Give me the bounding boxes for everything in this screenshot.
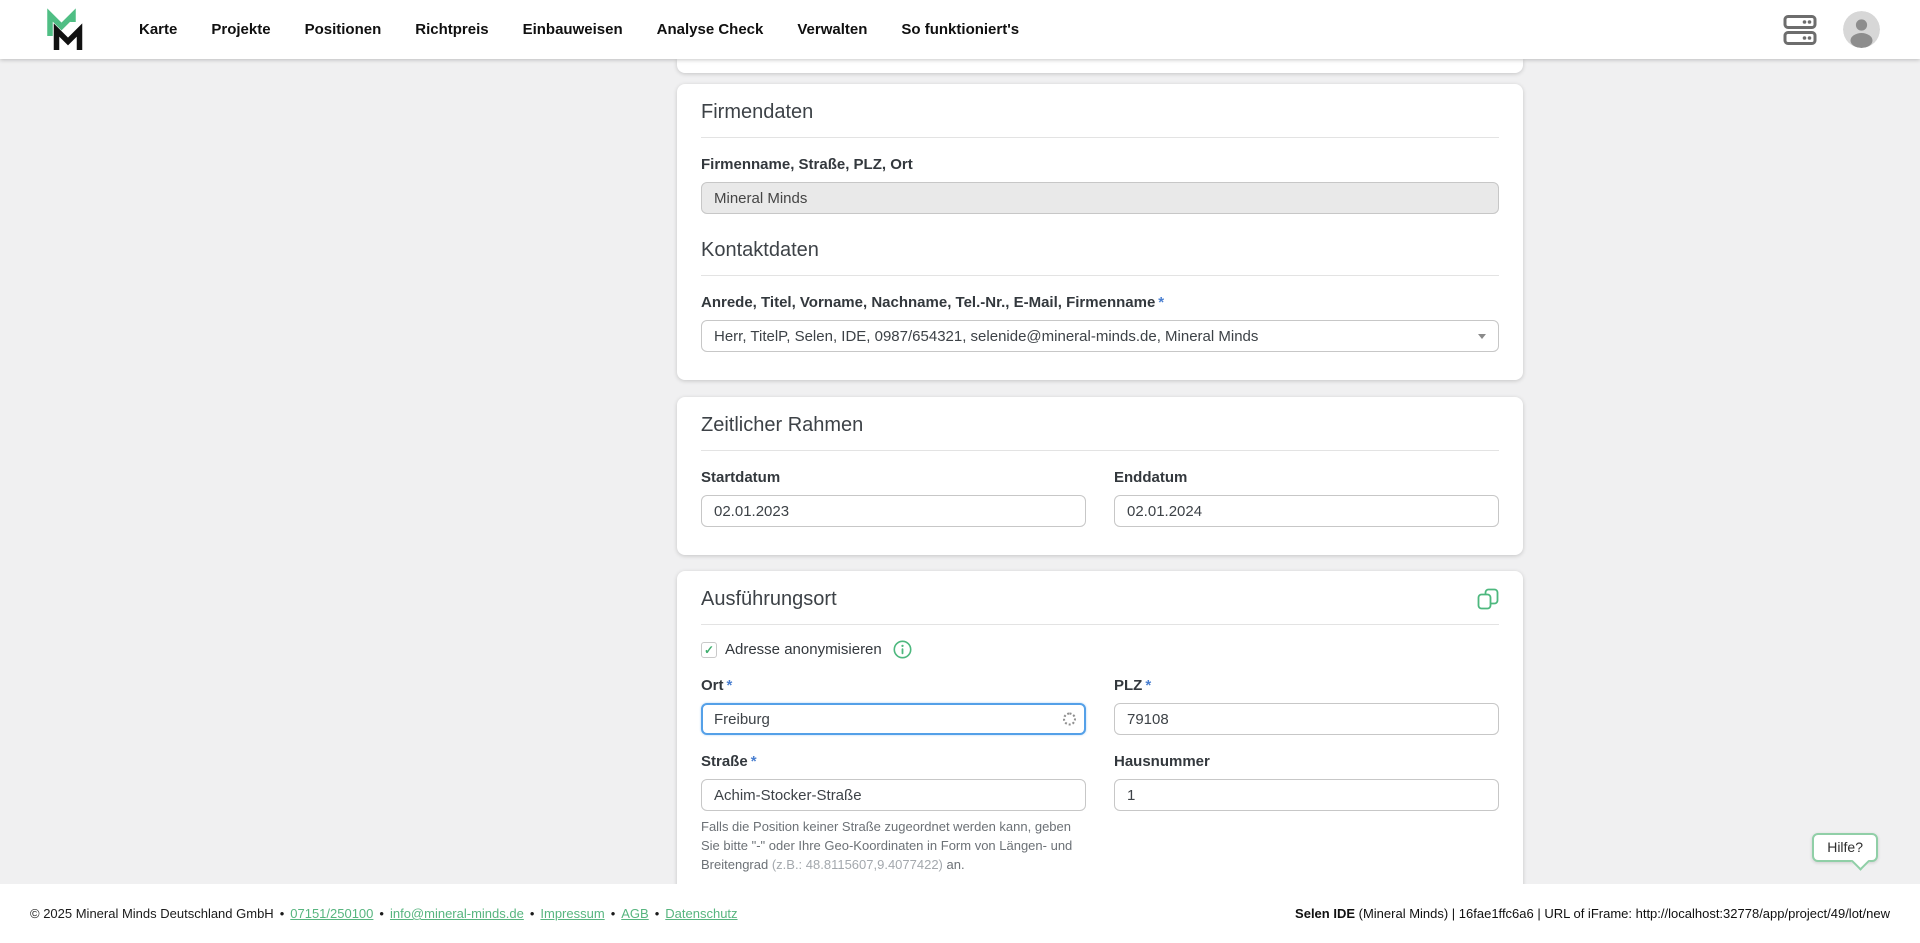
status-app-name: Selen IDE <box>1295 906 1355 921</box>
plz-label-text: PLZ <box>1114 677 1142 694</box>
card-firmendaten: Firmendaten Firmenname, Straße, PLZ, Ort… <box>677 84 1523 380</box>
required-asterisk: * <box>727 677 733 694</box>
section-title-kontaktdaten: Kontaktdaten <box>701 238 1499 262</box>
company-field-label: Firmenname, Straße, PLZ, Ort <box>701 156 1499 174</box>
helper-coords-example: (z.B.: 48.8115607,9.4077422) <box>772 857 943 872</box>
footer: © 2025 Mineral Minds Deutschland GmbH • … <box>0 884 1920 943</box>
section-title-firmendaten: Firmendaten <box>701 100 1499 124</box>
helper-part2: an. <box>943 857 965 872</box>
card-cropped-top <box>677 59 1523 73</box>
enddatum-input[interactable] <box>1114 495 1499 527</box>
contact-select[interactable]: Herr, TitelP, Selen, IDE, 0987/654321, s… <box>701 320 1499 352</box>
separator-dot: • <box>379 906 384 921</box>
hausnummer-input[interactable] <box>1114 779 1499 811</box>
footer-link-datenschutz[interactable]: Datenschutz <box>665 906 737 921</box>
divider <box>701 137 1499 138</box>
required-asterisk: * <box>1158 294 1164 311</box>
required-asterisk: * <box>1145 677 1151 694</box>
nav-item-einbauweisen[interactable]: Einbauweisen <box>523 21 623 38</box>
copy-icon[interactable] <box>1477 588 1499 610</box>
divider <box>701 275 1499 276</box>
plz-input[interactable] <box>1114 703 1499 735</box>
footer-link-phone[interactable]: 07151/250100 <box>290 906 373 921</box>
nav-item-analyse-check[interactable]: Analyse Check <box>657 21 764 38</box>
ort-label: Ort* <box>701 677 1086 695</box>
card-zeitlicher-rahmen: Zeitlicher Rahmen Startdatum Enddatum <box>677 397 1523 555</box>
enddatum-label: Enddatum <box>1114 469 1499 487</box>
divider <box>701 624 1499 625</box>
anonymize-label: Adresse anonymisieren <box>725 641 882 658</box>
separator-dot: • <box>655 906 660 921</box>
nav-item-richtpreis[interactable]: Richtpreis <box>415 21 488 38</box>
separator-dot: • <box>611 906 616 921</box>
startdatum-input[interactable] <box>701 495 1086 527</box>
nav-item-positionen[interactable]: Positionen <box>305 21 382 38</box>
mineral-minds-logo-icon[interactable] <box>44 8 84 52</box>
hausnummer-label: Hausnummer <box>1114 753 1499 771</box>
contact-field-label: Anrede, Titel, Vorname, Nachname, Tel.-N… <box>701 294 1499 312</box>
section-title-ausfuehrungsort: Ausführungsort <box>701 587 837 611</box>
strasse-label: Straße* <box>701 753 1086 771</box>
ort-input[interactable] <box>701 703 1086 735</box>
required-asterisk: * <box>751 753 757 770</box>
ort-label-text: Ort <box>701 677 724 694</box>
company-input <box>701 182 1499 214</box>
main-menu: Karte Projekte Positionen Richtpreis Ein… <box>139 21 1019 38</box>
server-icon[interactable] <box>1783 14 1817 46</box>
form-content-column: Firmendaten Firmenname, Straße, PLZ, Ort… <box>677 59 1523 884</box>
strasse-label-text: Straße <box>701 753 748 770</box>
separator-dot: • <box>530 906 535 921</box>
contact-label-text: Anrede, Titel, Vorname, Nachname, Tel.-N… <box>701 294 1155 311</box>
status-details: (Mineral Minds) | 16fae1ffc6a6 | URL of … <box>1355 906 1890 921</box>
strasse-helper-text: Falls die Position keiner Straße zugeord… <box>701 818 1086 875</box>
loading-spinner-icon <box>1063 713 1076 726</box>
plz-label: PLZ* <box>1114 677 1499 695</box>
footer-legal: © 2025 Mineral Minds Deutschland GmbH • … <box>30 906 738 921</box>
help-button[interactable]: Hilfe? <box>1812 833 1878 862</box>
main-scroll-area[interactable]: Firmendaten Firmenname, Straße, PLZ, Ort… <box>0 59 1920 884</box>
user-avatar[interactable] <box>1843 11 1880 48</box>
strasse-input[interactable] <box>701 779 1086 811</box>
separator-dot: • <box>280 906 285 921</box>
card-ausfuehrungsort: Ausführungsort ✓ Adresse anonymisieren <box>677 571 1523 884</box>
startdatum-label: Startdatum <box>701 469 1086 487</box>
footer-link-agb[interactable]: AGB <box>621 906 648 921</box>
nav-item-so-funktionierts[interactable]: So funktioniert's <box>901 21 1019 38</box>
info-icon[interactable] <box>893 640 912 659</box>
footer-link-impressum[interactable]: Impressum <box>540 906 604 921</box>
footer-link-email[interactable]: info@mineral-minds.de <box>390 906 524 921</box>
contact-select-wrap: Herr, TitelP, Selen, IDE, 0987/654321, s… <box>701 320 1499 352</box>
section-title-zeitlicher-rahmen: Zeitlicher Rahmen <box>701 413 1499 437</box>
anonymize-checkbox[interactable]: ✓ <box>701 642 717 658</box>
nav-item-verwalten[interactable]: Verwalten <box>797 21 867 38</box>
nav-item-projekte[interactable]: Projekte <box>211 21 270 38</box>
top-navigation: Karte Projekte Positionen Richtpreis Ein… <box>0 0 1920 59</box>
copyright-text: © 2025 Mineral Minds Deutschland GmbH <box>30 906 274 921</box>
topnav-right-icons <box>1783 11 1920 48</box>
anonymize-row: ✓ Adresse anonymisieren <box>701 640 1499 659</box>
status-bar: Selen IDE (Mineral Minds) | 16fae1ffc6a6… <box>1295 906 1890 921</box>
nav-item-karte[interactable]: Karte <box>139 21 177 38</box>
